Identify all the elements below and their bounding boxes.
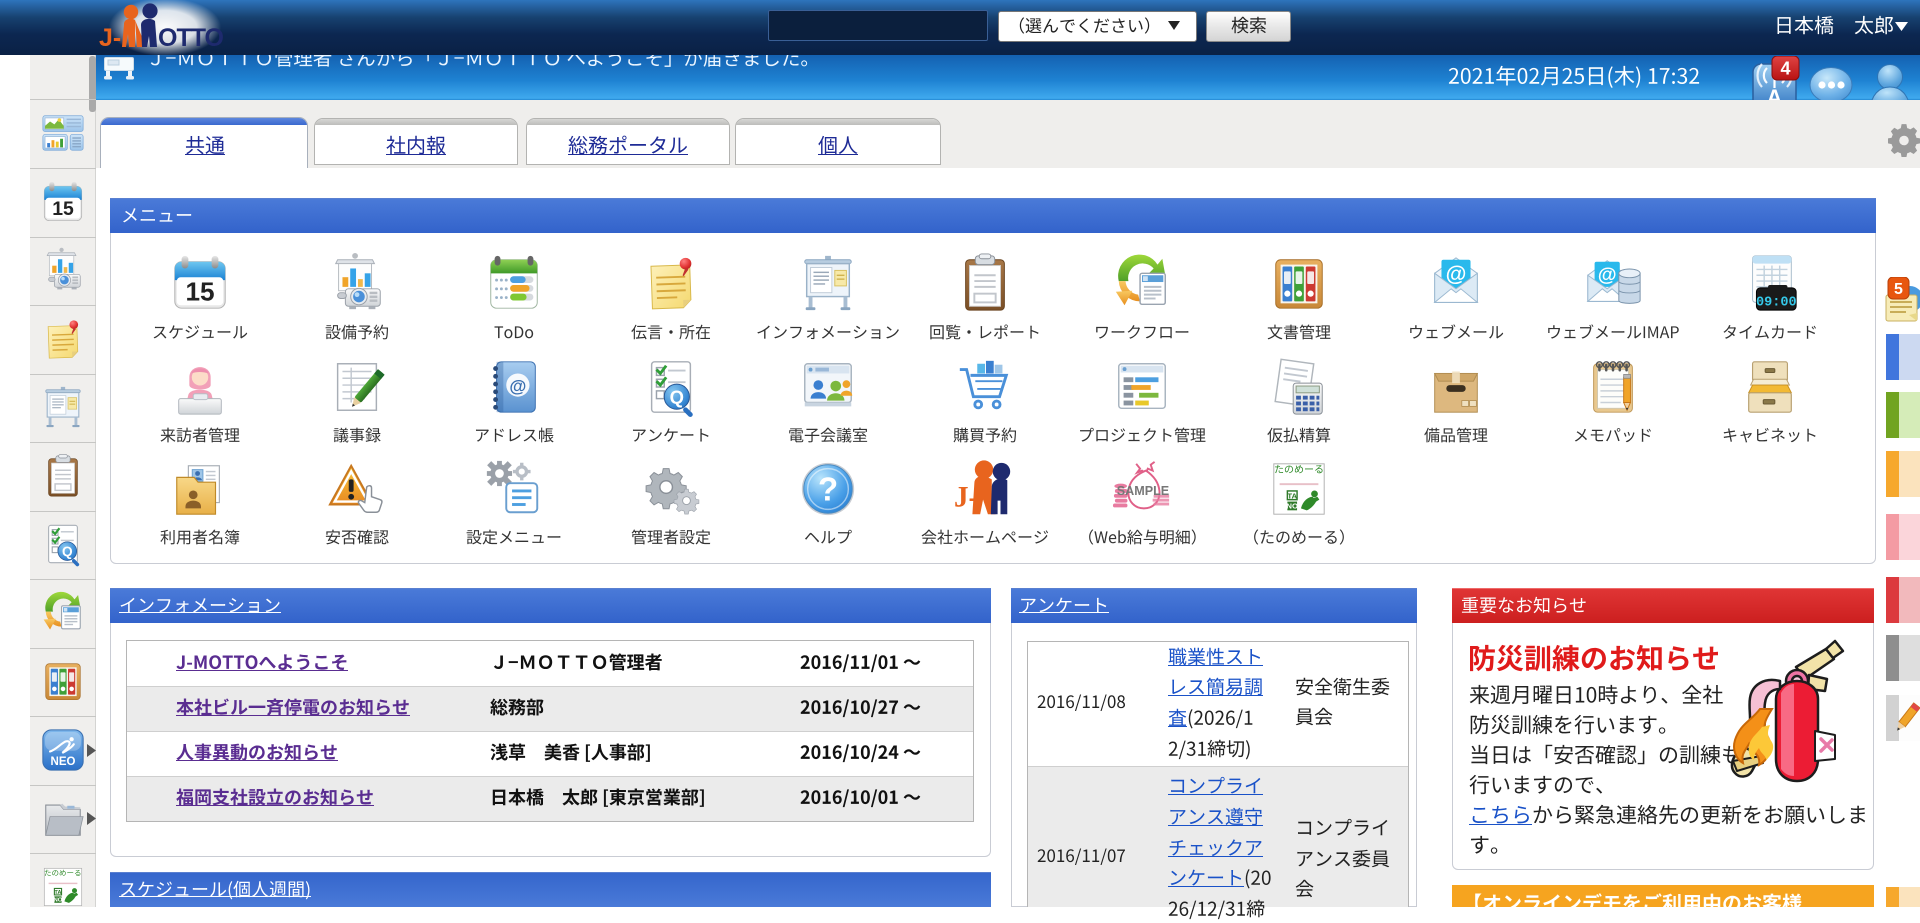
svg-text:4: 4 xyxy=(1780,59,1790,79)
svg-text:5: 5 xyxy=(1894,281,1903,298)
svg-text:J-: J- xyxy=(99,24,121,52)
svg-text:OTTO: OTTO xyxy=(158,24,224,52)
